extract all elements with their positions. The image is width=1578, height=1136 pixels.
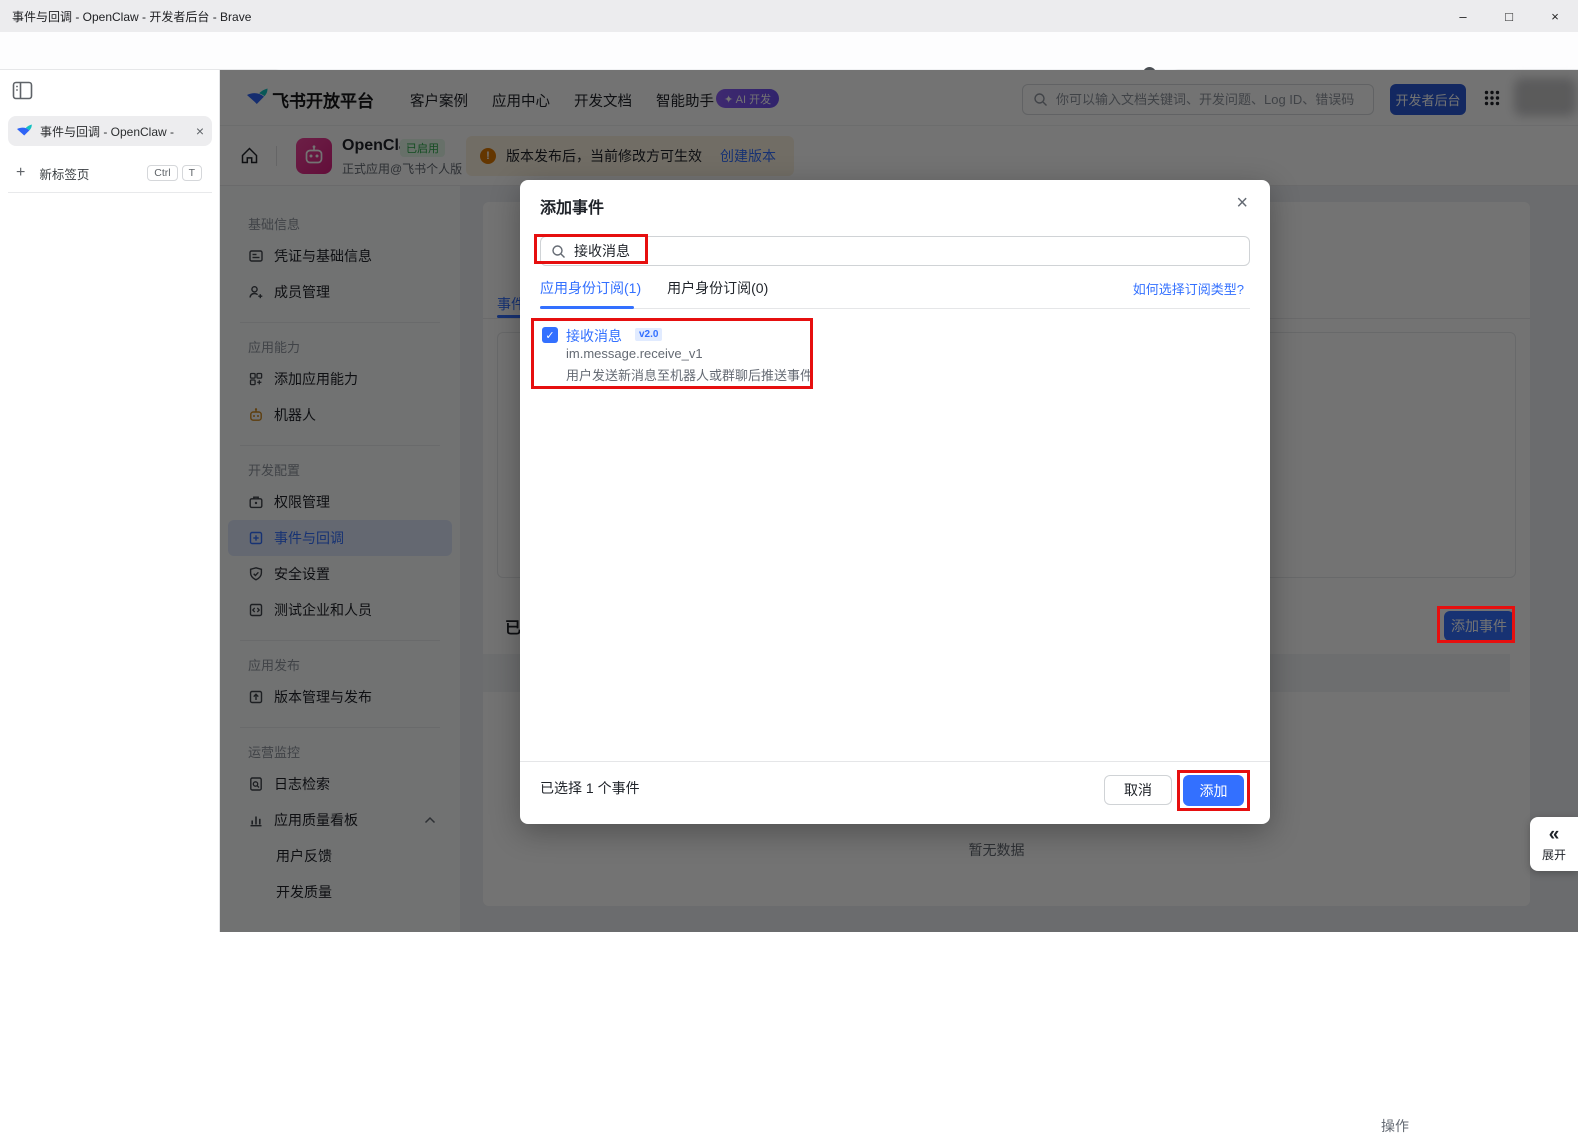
shortcut-t: T — [181, 165, 202, 181]
new-tab-button[interactable]: + 新标签页 Ctrl T — [8, 158, 212, 188]
window-controls: – □ × — [1440, 0, 1578, 32]
cancel-button[interactable]: 取消 — [1104, 775, 1172, 805]
feishu-favicon — [17, 124, 32, 136]
browser-tab-sidebar: 事件与回调 - OpenClaw - × + 新标签页 Ctrl T — [0, 70, 220, 932]
double-chevron-left-icon: « — [1548, 823, 1560, 845]
column-operation: 操作 — [1381, 1118, 1409, 1134]
expand-panel-button[interactable]: « 展开 — [1530, 817, 1578, 871]
annotation-box-add-event-button — [1437, 606, 1515, 643]
active-tab-underline — [540, 306, 634, 309]
browser-toolbar: open.feishu.cn/app//event?tab=event N 2 … — [0, 32, 1578, 97]
tabs-divider — [540, 308, 1250, 309]
tab-panel-toggle-icon[interactable] — [12, 81, 33, 100]
subscription-tabs: 应用身份订阅(1) 用户身份订阅(0) — [540, 278, 768, 298]
subscription-type-help-link[interactable]: 如何选择订阅类型? — [1133, 279, 1244, 298]
dialog-title: 添加事件 — [540, 200, 605, 217]
browser-titlebar: 事件与回调 - OpenClaw - 开发者后台 - Brave – □ × — [0, 0, 1578, 32]
footer-divider — [520, 761, 1270, 762]
new-tab-label: 新标签页 — [39, 167, 90, 182]
minimize-button[interactable]: – — [1440, 0, 1486, 32]
maximize-button[interactable]: □ — [1486, 0, 1532, 32]
shortcut-ctrl: Ctrl — [147, 165, 178, 181]
tab-title: 事件与回调 - OpenClaw - — [40, 124, 175, 139]
tab-close-icon[interactable]: × — [196, 123, 204, 139]
annotation-box-confirm-button — [1177, 770, 1250, 811]
annotation-box-event-item — [531, 318, 813, 389]
tab-app-subscription[interactable]: 应用身份订阅(1) — [540, 278, 641, 298]
add-event-dialog: 添加事件 × 接收消息 应用身份订阅(1) 用户身份订阅(0) 如何选择订阅类型… — [520, 180, 1270, 824]
selected-count-text: 已选择 1 个事件 — [540, 780, 640, 796]
window-title: 事件与回调 - OpenClaw - 开发者后台 - Brave — [12, 9, 252, 24]
browser-tab-active[interactable]: 事件与回调 - OpenClaw - × — [8, 116, 212, 146]
annotation-box-search — [534, 234, 648, 264]
sidebar-divider — [8, 192, 212, 193]
tab-user-subscription[interactable]: 用户身份订阅(0) — [667, 278, 768, 298]
plus-icon: + — [16, 164, 26, 181]
expand-label: 展开 — [1541, 847, 1566, 862]
close-window-button[interactable]: × — [1532, 0, 1578, 32]
close-icon[interactable]: × — [1236, 192, 1248, 215]
